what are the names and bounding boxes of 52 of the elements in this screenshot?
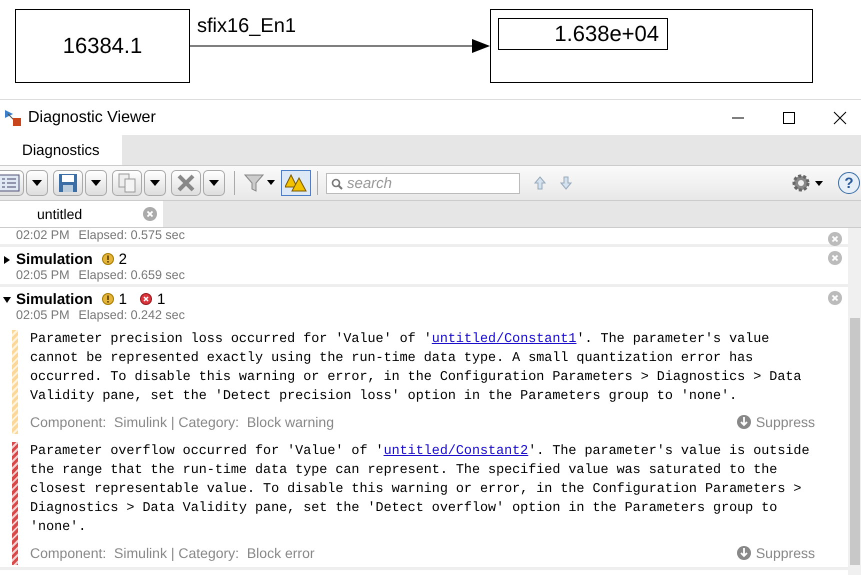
- list-view-button[interactable]: [0, 170, 24, 196]
- warning-icon: [102, 293, 114, 305]
- display-value: 1.638e+04: [498, 18, 668, 50]
- copy-icon: [117, 173, 137, 193]
- warning-count: 1: [118, 290, 128, 308]
- dropdown-button[interactable]: [203, 170, 225, 196]
- run-title: Simulation: [16, 290, 93, 308]
- caret-icon: [209, 180, 219, 186]
- warnings-toggle-button[interactable]: [281, 170, 311, 196]
- dropdown-button[interactable]: [26, 170, 48, 196]
- run-title: Simulation: [16, 250, 93, 268]
- cross-icon: [176, 173, 196, 193]
- signal-label: sfix16_En1: [196, 15, 297, 39]
- run-time: 02:05 PM: [16, 268, 70, 282]
- error-count: 1: [157, 290, 166, 308]
- block-link[interactable]: untitled/Constant1: [432, 332, 576, 347]
- dropdown-button[interactable]: [144, 170, 166, 196]
- caret-icon: [150, 180, 160, 186]
- component-info: Component: Simulink | Category: Block error: [30, 545, 315, 561]
- window-title: Diagnostic Viewer: [28, 108, 156, 126]
- help-button[interactable]: ?: [838, 172, 860, 194]
- elapsed-time: Elapsed: 0.575 sec: [78, 228, 185, 242]
- expander-icon[interactable]: [3, 296, 11, 304]
- search-field[interactable]: search: [326, 172, 520, 194]
- scrollbar[interactable]: [848, 228, 861, 575]
- message-text: Parameter precision loss occurred for 'Value' of 'untitled/Constant1'. The parameter's value cannot be represented exactly using the run-time data type. A small quantization error has occurred. To disable this warning or error, in the Configuration Parameters > Diagnostics > Data Validity pane, set the 'Detect precision loss' option in the Parameters group to 'none'.: [30, 331, 802, 406]
- diagnostics-tab[interactable]: Diagnostics: [0, 135, 122, 165]
- run-time: 02:05 PM: [16, 308, 70, 322]
- warning-count: 2: [118, 250, 128, 268]
- elapsed-time: Elapsed: 0.659 sec: [78, 268, 185, 282]
- expander-icon[interactable]: [3, 256, 11, 264]
- suppress-button[interactable]: Suppress: [736, 545, 815, 561]
- maximize-icon[interactable]: [782, 110, 796, 124]
- run-time: 02:02 PM: [16, 228, 70, 242]
- save-button[interactable]: [53, 170, 83, 196]
- component-info: Component: Simulink | Category: Block warning: [30, 414, 334, 430]
- suppress-button[interactable]: Suppress: [736, 414, 815, 430]
- caret-icon: [32, 180, 42, 186]
- constant-block[interactable]: 16384.1: [15, 9, 190, 83]
- caret-icon: [91, 180, 101, 186]
- block-link[interactable]: untitled/Constant2: [384, 444, 528, 459]
- list-icon: [0, 173, 20, 193]
- warning-icon: [102, 253, 114, 265]
- display-block[interactable]: 1.638e+04: [490, 9, 813, 83]
- app-icon: [4, 108, 22, 126]
- elapsed-time: Elapsed: 0.242 sec: [78, 308, 185, 322]
- search-icon: [331, 178, 343, 190]
- error-icon: [140, 293, 152, 305]
- document-tab[interactable]: untitled: [0, 201, 163, 227]
- close-icon[interactable]: [833, 110, 847, 124]
- message-text: Parameter overflow occurred for 'Value' of 'untitled/Constant2'. The parameter's value is outside the range that the run-time data type can represent. The specified value was saturated to the closest representable value. To disable this warning or error, in the Configuration Parameters > Diagnostics > Data Validity pane, set the 'Detect overflow' option in the Parameters group to 'none'.: [30, 443, 810, 537]
- dropdown-button[interactable]: [85, 170, 107, 196]
